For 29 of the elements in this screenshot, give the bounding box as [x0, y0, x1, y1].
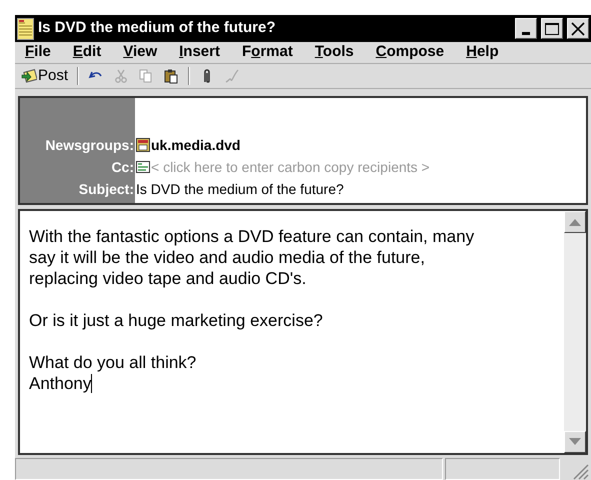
newsgroup-field[interactable]: uk.media.dvd	[151, 134, 240, 156]
scrollbar[interactable]	[564, 211, 586, 453]
field-label: Subject:	[78, 180, 135, 199]
resize-grip-icon[interactable]	[571, 462, 589, 480]
up-arrow-icon	[569, 218, 581, 226]
menu-item[interactable]: Insert	[179, 41, 220, 64]
post-icon	[21, 68, 37, 84]
menu-item[interactable]: Compose	[376, 41, 444, 64]
newsgroup-icon	[136, 138, 150, 152]
maximize-button[interactable]	[541, 18, 563, 39]
menu-item[interactable]: Edit	[72, 41, 102, 64]
scroll-down-button[interactable]	[564, 431, 586, 453]
menu-item[interactable]: Tools	[314, 41, 354, 64]
notepad-icon	[17, 18, 34, 40]
close-button[interactable]	[567, 18, 589, 39]
minimize-button[interactable]	[515, 18, 537, 39]
subject-field[interactable]: Is DVD the medium of the future?	[136, 178, 344, 200]
window-title: Is DVD the medium of the future?	[38, 18, 277, 38]
scroll-up-button[interactable]	[564, 211, 586, 233]
paste-icon[interactable]	[163, 68, 180, 84]
menu-item[interactable]: View	[123, 41, 158, 64]
menu-item[interactable]: Help	[466, 41, 499, 64]
menu-item[interactable]: File	[25, 41, 51, 64]
field-label: Cc:	[110, 158, 135, 177]
menu-item[interactable]: Format	[242, 41, 293, 64]
post-button[interactable]: Post	[21, 64, 68, 88]
down-arrow-icon	[569, 438, 581, 446]
address-card-icon	[136, 161, 150, 173]
field-label: Newsgroups:	[44, 136, 135, 155]
